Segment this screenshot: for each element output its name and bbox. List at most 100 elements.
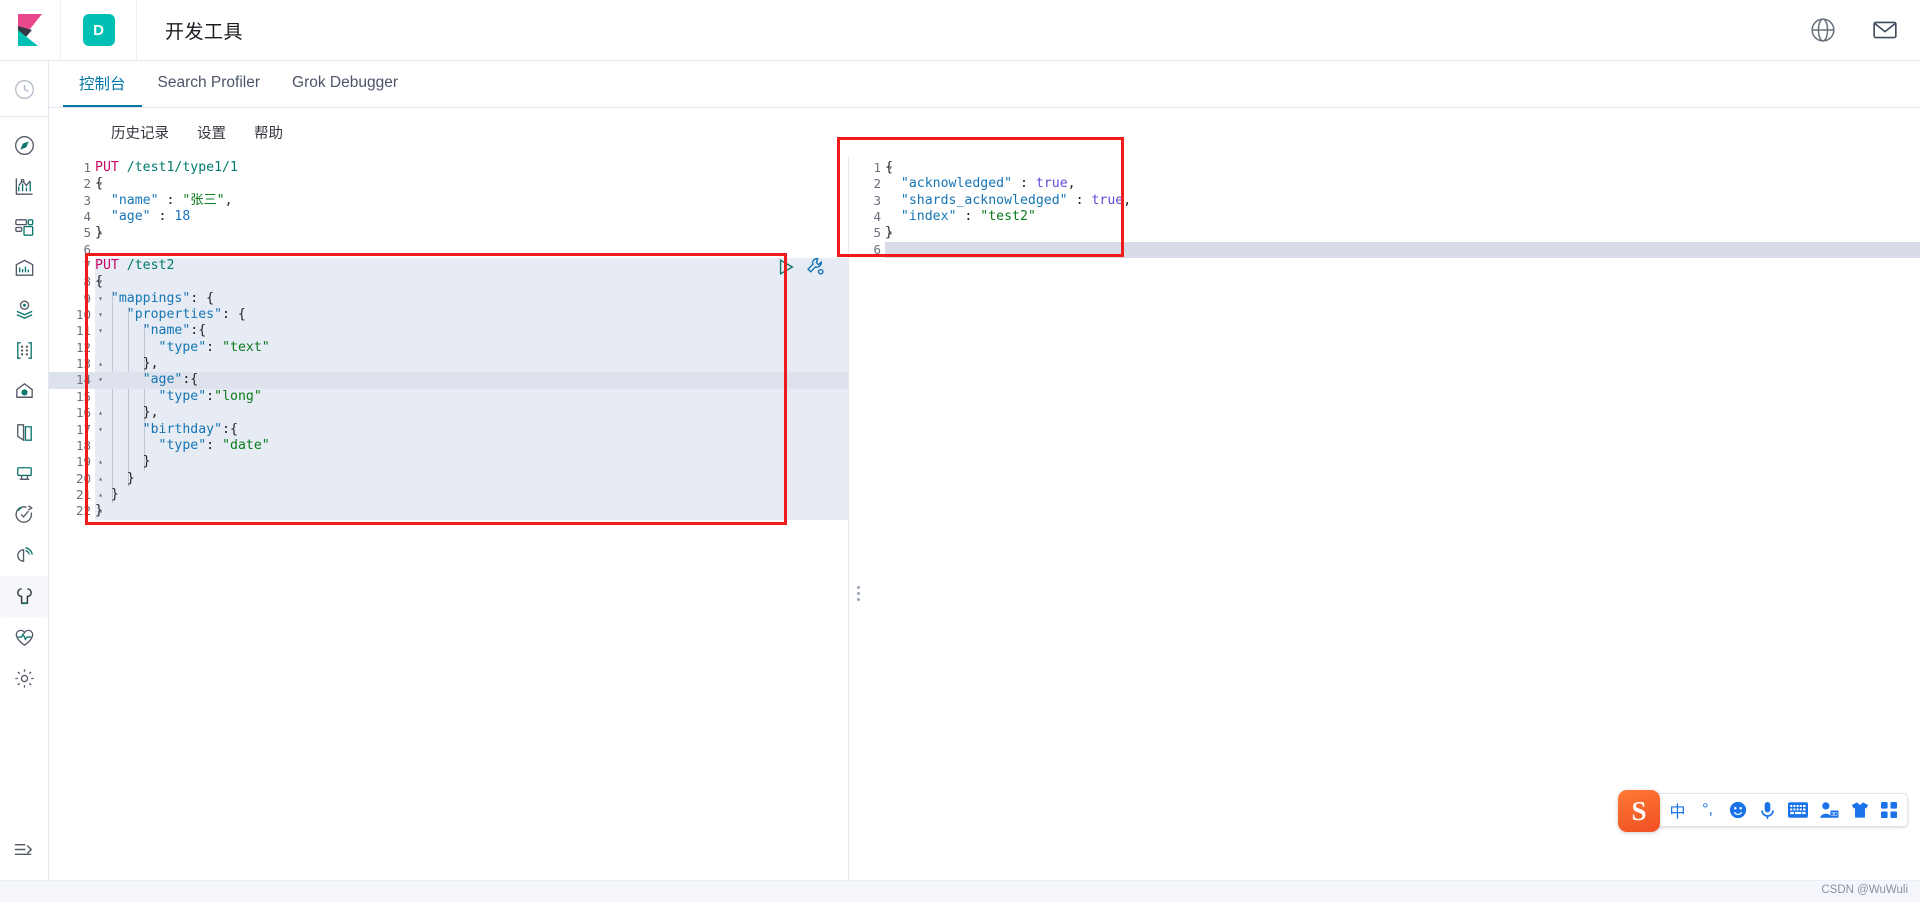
code-line[interactable]: }, <box>95 356 848 372</box>
clock-icon <box>14 80 34 99</box>
fold-toggle-icon[interactable]: ▾ <box>93 372 103 388</box>
help-icon[interactable] <box>1810 17 1836 43</box>
sidebar-item-uptime[interactable] <box>0 494 48 535</box>
fold-toggle-icon[interactable]: ▾ <box>93 323 103 339</box>
code-line[interactable]: "age" : 18 <box>95 209 848 225</box>
sidebar-item-dev-tools[interactable] <box>0 576 48 617</box>
request-editor-pane[interactable]: 1 2 ▾ 3 4 5 ▴ 6 7 8 ▾ 9 ▾ 10 ▾ 11 ▾ 12 13 ▴ 14 ▾ 15 16 ▴ 17 ▾ 18 19 ▴… <box>49 156 849 902</box>
sidebar-item-apm[interactable] <box>0 453 48 494</box>
sidebar-item-siem[interactable] <box>0 535 48 576</box>
fold-toggle-icon[interactable]: ▾ <box>93 422 103 438</box>
line-number: 13 ▴ <box>75 356 103 372</box>
sidebar-item-infrastructure[interactable] <box>0 371 48 412</box>
code-line[interactable]: "properties": { <box>95 307 848 323</box>
code-line[interactable]: } <box>95 487 848 503</box>
fold-toggle-icon[interactable]: ▾ <box>883 160 893 176</box>
sidebar-item-canvas[interactable] <box>0 248 48 289</box>
fold-toggle-icon[interactable]: ▴ <box>93 487 103 503</box>
sidebar-item-maps[interactable] <box>0 289 48 330</box>
sidebar-item-monitoring[interactable] <box>0 617 48 658</box>
code-line[interactable]: "type": "text" <box>95 340 848 356</box>
line-number: 7 <box>83 258 91 274</box>
voice-input-icon[interactable] <box>1758 797 1777 823</box>
logs-icon <box>16 424 32 442</box>
code-line[interactable]: "index" : "test2" <box>885 209 1920 225</box>
kibana-logo[interactable] <box>0 0 61 60</box>
menu-history[interactable]: 历史记录 <box>111 122 169 143</box>
line-number: 3 <box>873 192 881 208</box>
bottom-strip <box>0 880 1920 902</box>
code-line[interactable]: "name" : "张三", <box>95 193 848 209</box>
fold-toggle-icon[interactable]: ▴ <box>93 356 103 372</box>
code-line[interactable]: } <box>95 503 848 519</box>
menu-help[interactable]: 帮助 <box>254 122 283 143</box>
sogou-logo-icon[interactable]: S <box>1618 790 1660 832</box>
fold-toggle-icon[interactable]: ▴ <box>93 454 103 470</box>
punctuation-mode-button[interactable]: °, <box>1698 797 1717 823</box>
code-line[interactable] <box>95 242 848 258</box>
wrench-settings-icon[interactable] <box>805 256 826 277</box>
code-line[interactable]: } <box>95 225 848 241</box>
emoji-icon[interactable] <box>1728 797 1747 823</box>
request-actions <box>776 256 826 277</box>
collapse-nav-button[interactable] <box>12 838 38 864</box>
code-line[interactable]: "mappings": { <box>95 291 848 307</box>
fold-toggle-icon[interactable]: ▴ <box>93 503 103 519</box>
line-number: 2 ▾ <box>83 176 103 192</box>
tab-console[interactable]: 控制台 <box>63 61 142 107</box>
play-triangle-icon[interactable] <box>776 257 796 277</box>
code-line[interactable]: PUT /test2 <box>95 258 848 274</box>
code-line[interactable]: "type":"long" <box>95 389 848 405</box>
code-line[interactable]: "type": "date" <box>95 438 848 454</box>
avatar-3d-icon[interactable]: 3D <box>1819 797 1839 823</box>
code-token: :{ <box>182 372 199 388</box>
sidebar-item-visualize[interactable] <box>0 166 48 207</box>
fold-toggle-icon[interactable]: ▴ <box>883 225 893 241</box>
code-line[interactable]: "name":{ <box>95 323 848 339</box>
code-token: }, <box>142 356 159 372</box>
skin-icon[interactable] <box>1850 797 1869 823</box>
sidebar-item-dashboard[interactable] <box>0 207 48 248</box>
soft-keyboard-icon[interactable] <box>1788 797 1808 823</box>
code-line[interactable]: "acknowledged" : true, <box>885 176 1920 192</box>
space-selector[interactable]: D <box>61 0 137 60</box>
code-line[interactable]: PUT /test1/type1/1 <box>95 160 848 176</box>
fold-toggle-icon[interactable]: ▾ <box>93 291 103 307</box>
mail-icon[interactable] <box>1872 17 1898 43</box>
code-line[interactable]: }, <box>95 405 848 421</box>
app-grid-icon[interactable] <box>1880 797 1899 823</box>
request-code[interactable]: PUT /test1/type1/1{ "name" : "张三", "age"… <box>95 156 848 902</box>
code-line[interactable]: { <box>885 160 1920 176</box>
line-number: 9 ▾ <box>83 290 103 306</box>
fold-toggle-icon[interactable]: ▴ <box>93 471 103 487</box>
code-line[interactable]: } <box>95 454 848 470</box>
line-number: 14 ▾ <box>49 372 103 389</box>
tab-search-profiler[interactable]: Search Profiler <box>142 61 277 107</box>
sidebar-item-logs[interactable] <box>0 412 48 453</box>
code-token: PUT <box>95 160 119 175</box>
sidebar-item-management[interactable] <box>0 658 48 699</box>
fold-toggle-icon[interactable]: ▾ <box>93 176 103 192</box>
code-line[interactable]: } <box>95 471 848 487</box>
code-line[interactable]: } <box>885 225 1920 241</box>
sidebar-item-recently-viewed[interactable] <box>0 69 48 110</box>
menu-settings[interactable]: 设置 <box>197 122 226 143</box>
response-pane[interactable]: 1 ▾ 2 3 4 5 ▴ 6 { "acknowledged" : true, "shard… <box>849 156 1920 902</box>
code-line[interactable]: "age":{ <box>95 372 848 389</box>
fold-toggle-icon[interactable]: ▾ <box>93 307 103 323</box>
fold-toggle-icon[interactable]: ▴ <box>93 405 103 421</box>
code-line[interactable]: "shards_acknowledged" : true, <box>885 193 1920 209</box>
code-line[interactable]: { <box>95 274 848 290</box>
pane-resizer[interactable] <box>855 586 861 601</box>
chinese-mode-button[interactable]: 中 <box>1668 797 1687 823</box>
app-body: 控制台 Search Profiler Grok Debugger 历史记录 设… <box>0 61 1920 902</box>
code-line[interactable] <box>885 242 1920 258</box>
fold-toggle-icon[interactable]: ▴ <box>93 225 103 241</box>
code-line[interactable]: "birthday":{ <box>95 422 848 438</box>
tab-grok-debugger[interactable]: Grok Debugger <box>276 61 414 107</box>
sidebar-item-machine-learning[interactable] <box>0 330 48 371</box>
sidebar-item-discover[interactable] <box>0 125 48 166</box>
fold-toggle-icon[interactable]: ▾ <box>93 274 103 290</box>
code-line[interactable]: { <box>95 176 848 192</box>
